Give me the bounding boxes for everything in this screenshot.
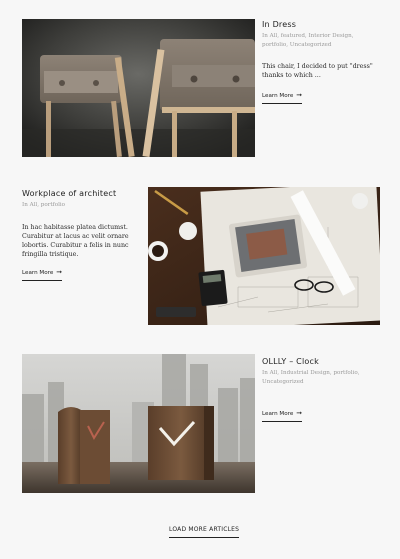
post-1-learn-more-link[interactable]: Learn More ➞	[262, 91, 303, 104]
arrow-right-icon: ➞	[296, 91, 303, 99]
post-1-title[interactable]: In Dress	[262, 20, 296, 29]
post-1-categories: In All, featured, Interior Design, portf…	[262, 33, 354, 48]
post-2-categories: In All, portfolio	[22, 202, 66, 208]
load-more-articles-button[interactable]: LOAD MORE ARTICLES	[169, 526, 240, 538]
arrow-right-icon: ➞	[296, 409, 303, 417]
post-3-title[interactable]: OLLLY – Clock	[262, 357, 319, 366]
post-2-excerpt: In hac habitasse platea dictumst. Curabi…	[22, 224, 129, 258]
arrow-right-icon: ➞	[56, 268, 63, 276]
post-3-categories: In All, Industrial Design, portfolio, Un…	[262, 370, 360, 385]
post-2-title[interactable]: Workplace of architect	[22, 189, 116, 198]
learn-more-label: Learn More	[22, 270, 54, 276]
post-1-excerpt: This chair, I decided to put "dress" tha…	[262, 63, 373, 79]
post-3-learn-more-link[interactable]: Learn More ➞	[262, 409, 303, 422]
post-3-image[interactable]	[22, 354, 255, 493]
learn-more-label: Learn More	[262, 93, 294, 99]
learn-more-label: Learn More	[262, 411, 294, 417]
post-2-learn-more-link[interactable]: Learn More ➞	[22, 268, 63, 281]
post-2-image[interactable]	[148, 187, 380, 325]
post-1-image[interactable]	[22, 19, 255, 157]
